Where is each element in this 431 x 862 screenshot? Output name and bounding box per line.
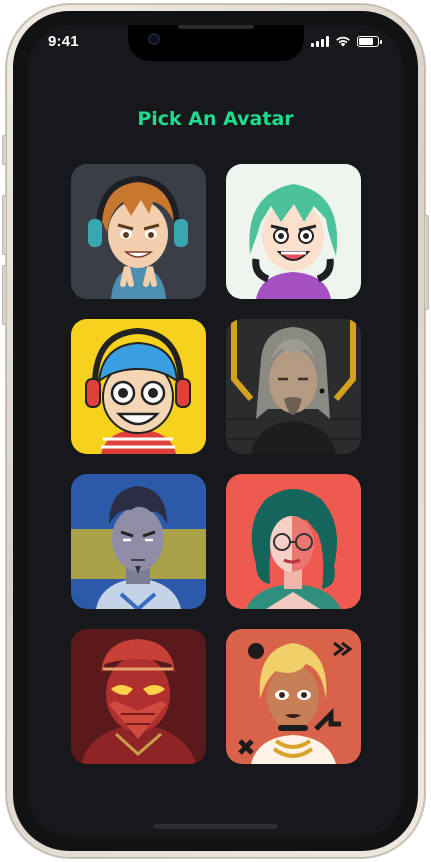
- avatar-green-hair-image: [226, 164, 361, 299]
- notch: [128, 25, 304, 61]
- wifi-icon: [336, 36, 350, 47]
- avatar-masked-figure-image: [71, 629, 206, 764]
- avatar-green-hair-headphones[interactable]: [226, 164, 361, 299]
- mute-switch: [2, 135, 7, 165]
- avatar-grey-hair-image: [226, 319, 361, 454]
- avatar-brown-hair-headphones[interactable]: [71, 164, 206, 299]
- power-button: [424, 215, 429, 310]
- screen: 9:41 Pick An Avatar: [28, 25, 403, 837]
- volume-down-button: [2, 265, 7, 325]
- avatar-blonde-woman-image: [226, 629, 361, 764]
- cellular-signal-icon: [311, 35, 329, 47]
- status-indicators: [311, 35, 382, 47]
- speaker-grille: [178, 25, 254, 29]
- avatar-teal-hair-image: [226, 474, 361, 609]
- avatar-blue-hair-headphones[interactable]: [71, 319, 206, 454]
- avatar-grey-hair-man[interactable]: [226, 319, 361, 454]
- page-title: Pick An Avatar: [137, 108, 294, 130]
- volume-up-button: [2, 195, 7, 255]
- battery-level: [359, 37, 373, 45]
- home-indicator: [153, 824, 278, 829]
- status-time: 9:41: [48, 33, 79, 50]
- avatar-serious-man-image: [71, 474, 206, 609]
- avatar-teal-hair-woman[interactable]: [226, 474, 361, 609]
- avatar-blue-hair-image: [71, 319, 206, 454]
- battery-icon: [357, 35, 382, 47]
- avatar-masked-red-figure[interactable]: [71, 629, 206, 764]
- front-camera-icon: [148, 33, 160, 45]
- avatar-brown-hair-image: [71, 164, 206, 299]
- avatar-serious-young-man[interactable]: [71, 474, 206, 609]
- avatar-blonde-woman-chains[interactable]: [226, 629, 361, 764]
